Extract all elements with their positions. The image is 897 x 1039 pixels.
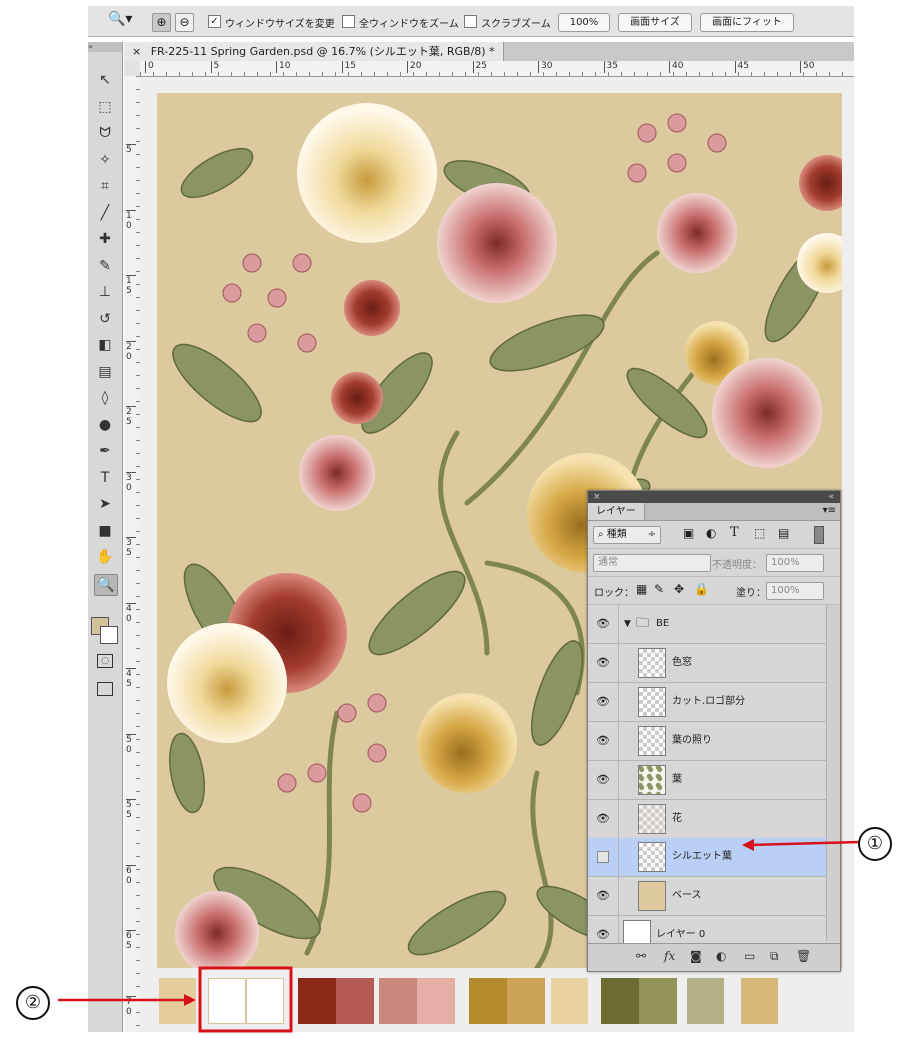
annotation-label-2: ② (16, 986, 50, 1020)
annotation-arrow-1 (747, 840, 861, 847)
annotation-arrows (58, 839, 861, 1033)
annotation-arrowhead-1 (742, 839, 754, 851)
annotation-highlight-box (198, 966, 293, 1033)
annotation-label-1: ① (858, 827, 892, 861)
annotation-arrowhead-2 (184, 994, 196, 1006)
